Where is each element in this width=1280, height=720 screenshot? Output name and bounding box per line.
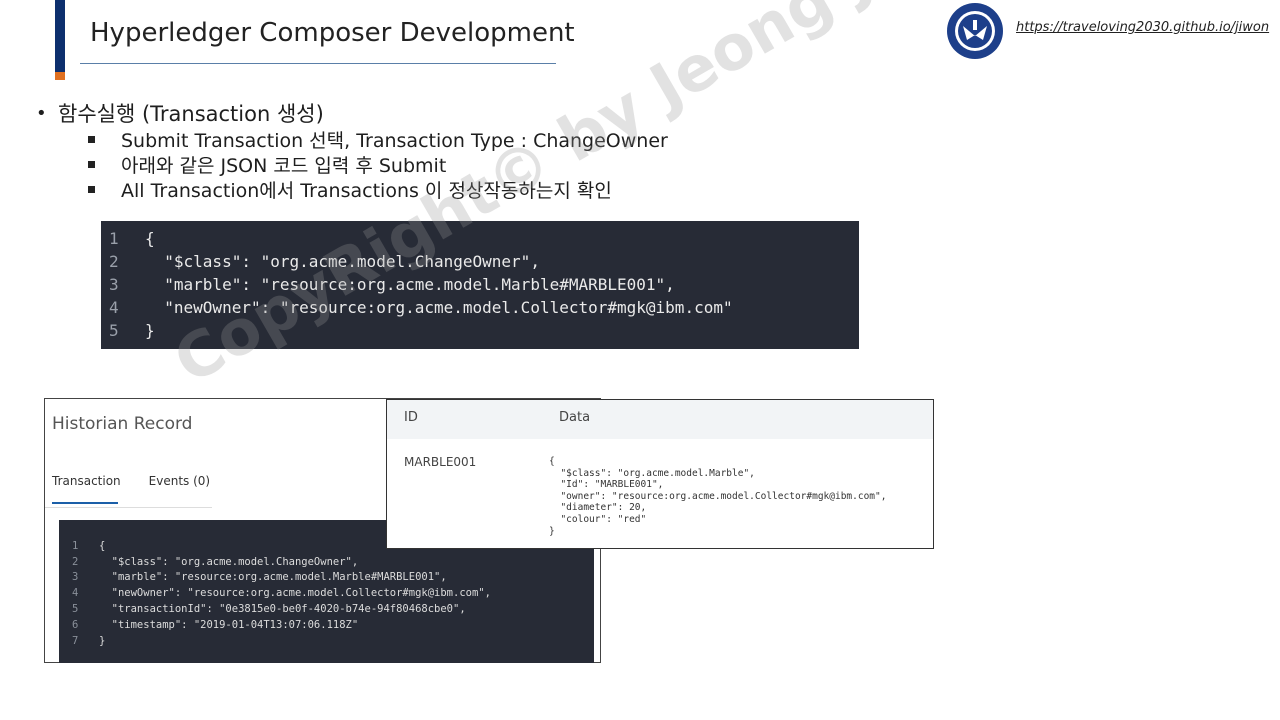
code-line: 4 "newOwner": "resource:org.acme.model.C… — [59, 585, 594, 601]
code-text: "newOwner": "resource:org.acme.model.Col… — [145, 298, 733, 317]
title-accent-bar — [55, 0, 65, 80]
sub-bullet-list: Submit Transaction 선택, Transaction Type … — [86, 127, 668, 202]
line-number: 5 — [72, 603, 79, 616]
code-line: 3 "marble": "resource:org.acme.model.Mar… — [59, 570, 594, 586]
code-line: 5 "transactionId": "0e3815e0-be0f-4020-b… — [59, 601, 594, 617]
code-line: 2 "$class": "org.acme.model.ChangeOwner"… — [59, 554, 594, 570]
code-line: 7} — [59, 633, 594, 649]
code-text: "marble": "resource:org.acme.model.Marbl… — [145, 275, 675, 294]
code-text: } — [145, 321, 155, 340]
line-number: 2 — [72, 555, 79, 568]
line-number: 3 — [72, 571, 79, 584]
code-line: 6 "timestamp": "2019-01-04T13:07:06.118Z… — [59, 617, 594, 633]
list-item: Submit Transaction 선택, Transaction Type … — [86, 127, 668, 152]
title-underline — [80, 63, 556, 64]
tab-transaction[interactable]: Transaction — [52, 474, 121, 504]
line-number: 3 — [109, 275, 119, 294]
code-line: 5} — [101, 319, 859, 342]
historian-title: Historian Record — [52, 414, 193, 434]
code-line: 2 "$class": "org.acme.model.ChangeOwner"… — [101, 250, 859, 273]
line-number: 1 — [72, 539, 79, 552]
line-number: 4 — [109, 298, 119, 317]
json-code-block: 1{ 2 "$class": "org.acme.model.ChangeOwn… — [101, 221, 859, 349]
code-text: } — [99, 634, 106, 647]
main-bullet: • 함수실행 (Transaction 생성) — [36, 98, 324, 128]
tab-divider — [45, 507, 212, 508]
line-number: 2 — [109, 252, 119, 271]
table-header: ID Data — [387, 400, 933, 439]
code-text: "$class": "org.acme.model.ChangeOwner", — [99, 555, 359, 568]
line-number: 6 — [72, 618, 79, 631]
square-bullet-icon — [88, 186, 95, 193]
list-item: 아래와 같은 JSON 코드 입력 후 Submit — [86, 152, 668, 177]
line-number: 4 — [72, 587, 79, 600]
column-header-id: ID — [404, 410, 418, 425]
list-item: All Transaction에서 Transactions 이 정상작동하는지… — [86, 177, 668, 202]
university-seal-logo — [947, 3, 1003, 59]
table-row-data: { "$class": "org.acme.model.Marble", "Id… — [549, 456, 887, 537]
line-number: 5 — [109, 321, 119, 340]
line-number: 7 — [72, 634, 79, 647]
slide-title: Hyperledger Composer Development — [90, 18, 575, 48]
asset-table-panel: ID Data MARBLE001 { "$class": "org.acme.… — [386, 399, 934, 549]
historian-tabs: Transaction Events (0) — [52, 474, 210, 504]
sub-bullet-text: 아래와 같은 JSON 코드 입력 후 Submit — [121, 155, 447, 177]
code-line: 4 "newOwner": "resource:org.acme.model.C… — [101, 296, 859, 319]
code-text: "transactionId": "0e3815e0-be0f-4020-b74… — [99, 603, 466, 616]
code-line: 3 "marble": "resource:org.acme.model.Mar… — [101, 273, 859, 296]
site-link[interactable]: https://traveloving2030.github.io/jiwon — [1016, 20, 1269, 35]
square-bullet-icon — [88, 136, 95, 143]
code-text: { — [99, 539, 106, 552]
table-row-id: MARBLE001 — [404, 455, 477, 469]
tab-events[interactable]: Events (0) — [149, 474, 210, 488]
code-text: "$class": "org.acme.model.ChangeOwner", — [145, 252, 540, 271]
main-bullet-text: 함수실행 (Transaction 생성) — [58, 102, 324, 126]
code-line: 1{ — [101, 227, 859, 250]
code-text: "timestamp": "2019-01-04T13:07:06.118Z" — [99, 618, 359, 631]
square-bullet-icon — [88, 161, 95, 168]
line-number: 1 — [109, 229, 119, 248]
code-text: { — [145, 229, 155, 248]
sub-bullet-text: Submit Transaction 선택, Transaction Type … — [121, 130, 668, 152]
bullet-dot-icon: • — [36, 102, 47, 124]
column-header-data: Data — [559, 410, 591, 425]
code-text: "marble": "resource:org.acme.model.Marbl… — [99, 571, 447, 584]
sub-bullet-text: All Transaction에서 Transactions 이 정상작동하는지… — [121, 180, 612, 202]
code-text: "newOwner": "resource:org.acme.model.Col… — [99, 587, 491, 600]
